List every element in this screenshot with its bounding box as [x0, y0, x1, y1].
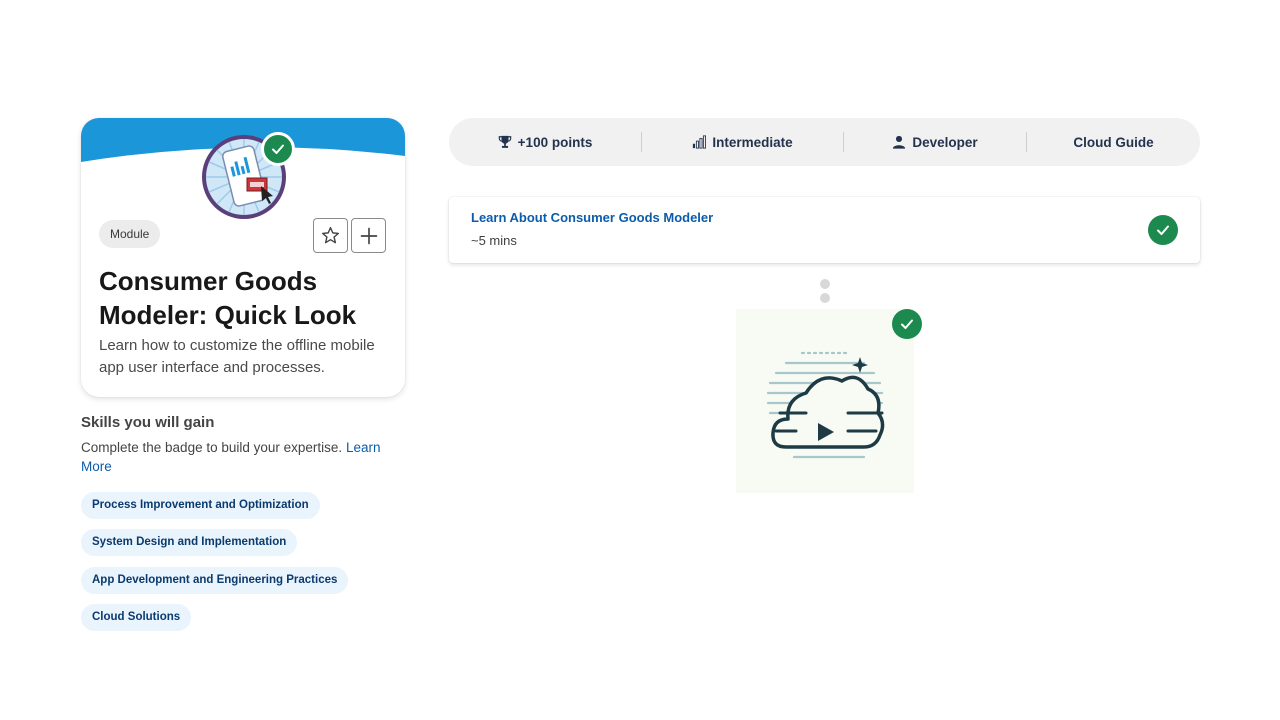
stat-level-label: Intermediate — [712, 134, 793, 150]
skills-description: Complete the badge to build your experti… — [81, 438, 401, 476]
unit-duration: ~5 mins — [471, 233, 517, 248]
stat-level: Intermediate — [642, 135, 843, 150]
star-icon — [321, 226, 340, 244]
skill-pill[interactable]: App Development and Engineering Practice… — [81, 567, 349, 594]
connector-dot — [820, 279, 830, 289]
module-stats-bar: +100 points Intermediate Developer Cloud… — [449, 118, 1200, 166]
video-content-tile[interactable] — [736, 309, 914, 493]
skills-heading: Skills you will gain — [81, 414, 215, 431]
skill-pill[interactable]: Cloud Solutions — [81, 604, 192, 631]
stat-points-label: +100 points — [517, 134, 593, 150]
stat-product: Cloud Guide — [1027, 135, 1200, 150]
stat-role-label: Developer — [912, 134, 978, 150]
badge-completed-check-icon — [261, 132, 295, 166]
unit-card[interactable]: Learn About Consumer Goods Modeler ~5 mi… — [449, 197, 1200, 263]
plus-icon — [360, 227, 377, 244]
skill-pill[interactable]: Process Improvement and Optimization — [81, 492, 320, 519]
skill-pill[interactable]: System Design and Implementation — [81, 529, 298, 556]
level-bars-icon — [693, 135, 707, 149]
stat-points: +100 points — [449, 135, 641, 150]
unit-title-link[interactable]: Learn About Consumer Goods Modeler — [471, 210, 713, 225]
trophy-icon — [498, 135, 511, 148]
module-description: Learn how to customize the offline mobil… — [99, 337, 375, 376]
stat-product-label: Cloud Guide — [1073, 134, 1154, 150]
unit-completed-check-icon — [1148, 215, 1178, 245]
module-type-pill: Module — [99, 220, 161, 248]
stat-role: Developer — [844, 135, 1026, 150]
skills-description-text: Complete the badge to build your experti… — [81, 440, 343, 455]
add-to-list-button[interactable] — [351, 218, 386, 253]
connector-dot — [820, 293, 830, 303]
module-title: Consumer Goods Modeler: Quick Look — [99, 266, 357, 330]
video-completed-check-icon — [892, 309, 922, 339]
favorite-button[interactable] — [313, 218, 348, 253]
module-card: Module Consumer Goods Modeler: Quick Loo… — [81, 118, 405, 397]
user-icon — [893, 135, 906, 149]
cloud-video-icon — [766, 351, 885, 459]
